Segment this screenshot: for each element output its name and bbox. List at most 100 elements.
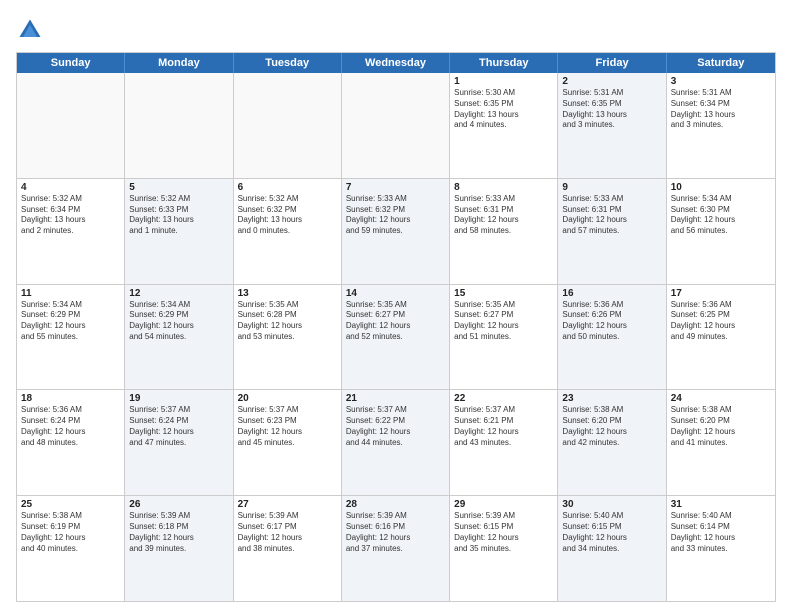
day-number: 18	[21, 393, 120, 404]
day-info: Sunrise: 5:34 AM Sunset: 6:29 PM Dayligh…	[129, 300, 228, 343]
day-cell-10: 10Sunrise: 5:34 AM Sunset: 6:30 PM Dayli…	[667, 179, 775, 284]
day-cell-3: 3Sunrise: 5:31 AM Sunset: 6:34 PM Daylig…	[667, 73, 775, 178]
day-info: Sunrise: 5:40 AM Sunset: 6:14 PM Dayligh…	[671, 511, 771, 554]
day-number: 19	[129, 393, 228, 404]
day-info: Sunrise: 5:39 AM Sunset: 6:16 PM Dayligh…	[346, 511, 445, 554]
day-cell-15: 15Sunrise: 5:35 AM Sunset: 6:27 PM Dayli…	[450, 285, 558, 390]
day-number: 27	[238, 499, 337, 510]
day-number: 30	[562, 499, 661, 510]
calendar-row-4: 25Sunrise: 5:38 AM Sunset: 6:19 PM Dayli…	[17, 495, 775, 601]
day-info: Sunrise: 5:38 AM Sunset: 6:20 PM Dayligh…	[671, 405, 771, 448]
day-cell-2: 2Sunrise: 5:31 AM Sunset: 6:35 PM Daylig…	[558, 73, 666, 178]
day-info: Sunrise: 5:33 AM Sunset: 6:31 PM Dayligh…	[562, 194, 661, 237]
day-cell-13: 13Sunrise: 5:35 AM Sunset: 6:28 PM Dayli…	[234, 285, 342, 390]
day-cell-12: 12Sunrise: 5:34 AM Sunset: 6:29 PM Dayli…	[125, 285, 233, 390]
calendar: SundayMondayTuesdayWednesdayThursdayFrid…	[16, 52, 776, 602]
day-number: 26	[129, 499, 228, 510]
day-number: 7	[346, 182, 445, 193]
weekday-header-monday: Monday	[125, 53, 233, 73]
day-number: 6	[238, 182, 337, 193]
day-number: 9	[562, 182, 661, 193]
day-number: 1	[454, 76, 553, 87]
day-info: Sunrise: 5:32 AM Sunset: 6:32 PM Dayligh…	[238, 194, 337, 237]
day-cell-19: 19Sunrise: 5:37 AM Sunset: 6:24 PM Dayli…	[125, 390, 233, 495]
day-info: Sunrise: 5:37 AM Sunset: 6:22 PM Dayligh…	[346, 405, 445, 448]
empty-cell	[125, 73, 233, 178]
day-cell-22: 22Sunrise: 5:37 AM Sunset: 6:21 PM Dayli…	[450, 390, 558, 495]
weekday-header-wednesday: Wednesday	[342, 53, 450, 73]
day-info: Sunrise: 5:39 AM Sunset: 6:17 PM Dayligh…	[238, 511, 337, 554]
day-info: Sunrise: 5:32 AM Sunset: 6:33 PM Dayligh…	[129, 194, 228, 237]
day-info: Sunrise: 5:36 AM Sunset: 6:25 PM Dayligh…	[671, 300, 771, 343]
logo-icon	[16, 16, 44, 44]
day-cell-24: 24Sunrise: 5:38 AM Sunset: 6:20 PM Dayli…	[667, 390, 775, 495]
day-number: 14	[346, 288, 445, 299]
day-number: 31	[671, 499, 771, 510]
day-info: Sunrise: 5:35 AM Sunset: 6:27 PM Dayligh…	[454, 300, 553, 343]
day-cell-28: 28Sunrise: 5:39 AM Sunset: 6:16 PM Dayli…	[342, 496, 450, 601]
day-number: 29	[454, 499, 553, 510]
day-number: 21	[346, 393, 445, 404]
calendar-row-2: 11 Sunrise: 5:34 AM Sunset: 6:29 PM Dayli…	[17, 284, 775, 390]
day-info: Sunrise: 5:36 AM Sunset: 6:26 PM Dayligh…	[562, 300, 661, 343]
day-cell-5: 5Sunrise: 5:32 AM Sunset: 6:33 PM Daylig…	[125, 179, 233, 284]
day-cell-9: 9Sunrise: 5:33 AM Sunset: 6:31 PM Daylig…	[558, 179, 666, 284]
day-number: 3	[671, 76, 771, 87]
empty-cell	[342, 73, 450, 178]
day-info: Sunrise: 5:35 AM Sunset: 6:27 PM Dayligh…	[346, 300, 445, 343]
header	[16, 16, 776, 44]
day-cell-7: 7Sunrise: 5:33 AM Sunset: 6:32 PM Daylig…	[342, 179, 450, 284]
day-info: Sunrise: 5:33 AM Sunset: 6:31 PM Dayligh…	[454, 194, 553, 237]
day-number: 20	[238, 393, 337, 404]
day-number: 13	[238, 288, 337, 299]
day-number: 11	[21, 288, 120, 299]
day-number: 5	[129, 182, 228, 193]
weekday-header-thursday: Thursday	[450, 53, 558, 73]
day-number: 17	[671, 288, 771, 299]
day-info: Sunrise: 5:38 AM Sunset: 6:20 PM Dayligh…	[562, 405, 661, 448]
day-number: 16	[562, 288, 661, 299]
day-cell-31: 31Sunrise: 5:40 AM Sunset: 6:14 PM Dayli…	[667, 496, 775, 601]
day-info: Sunrise: 5:37 AM Sunset: 6:24 PM Dayligh…	[129, 405, 228, 448]
day-number: 25	[21, 499, 120, 510]
day-info: Sunrise: 5:38 AM Sunset: 6:19 PM Dayligh…	[21, 511, 120, 554]
day-cell-11: 11Sunrise: 5:34 AM Sunset: 6:29 PM Dayli…	[17, 285, 125, 390]
day-info: Sunrise: 5:32 AM Sunset: 6:34 PM Dayligh…	[21, 194, 120, 237]
day-cell-30: 30Sunrise: 5:40 AM Sunset: 6:15 PM Dayli…	[558, 496, 666, 601]
day-cell-1: 1Sunrise: 5:30 AM Sunset: 6:35 PM Daylig…	[450, 73, 558, 178]
day-info: Sunrise: 5:33 AM Sunset: 6:32 PM Dayligh…	[346, 194, 445, 237]
weekday-header-saturday: Saturday	[667, 53, 775, 73]
day-cell-14: 14Sunrise: 5:35 AM Sunset: 6:27 PM Dayli…	[342, 285, 450, 390]
day-cell-16: 16Sunrise: 5:36 AM Sunset: 6:26 PM Dayli…	[558, 285, 666, 390]
empty-cell	[234, 73, 342, 178]
day-info: Sunrise: 5:36 AM Sunset: 6:24 PM Dayligh…	[21, 405, 120, 448]
logo	[16, 16, 48, 44]
weekday-header-sunday: Sunday	[17, 53, 125, 73]
weekday-header-friday: Friday	[558, 53, 666, 73]
calendar-row-3: 18Sunrise: 5:36 AM Sunset: 6:24 PM Dayli…	[17, 389, 775, 495]
day-cell-17: 17Sunrise: 5:36 AM Sunset: 6:25 PM Dayli…	[667, 285, 775, 390]
calendar-row-1: 4Sunrise: 5:32 AM Sunset: 6:34 PM Daylig…	[17, 178, 775, 284]
day-number: 8	[454, 182, 553, 193]
day-info: Sunrise: 5:37 AM Sunset: 6:23 PM Dayligh…	[238, 405, 337, 448]
day-cell-27: 27Sunrise: 5:39 AM Sunset: 6:17 PM Dayli…	[234, 496, 342, 601]
day-info: Sunrise: 5:34 AM Sunset: 6:30 PM Dayligh…	[671, 194, 771, 237]
day-number: 15	[454, 288, 553, 299]
day-cell-8: 8Sunrise: 5:33 AM Sunset: 6:31 PM Daylig…	[450, 179, 558, 284]
day-number: 10	[671, 182, 771, 193]
calendar-row-0: 1Sunrise: 5:30 AM Sunset: 6:35 PM Daylig…	[17, 73, 775, 178]
day-number: 23	[562, 393, 661, 404]
day-number: 2	[562, 76, 661, 87]
day-cell-25: 25Sunrise: 5:38 AM Sunset: 6:19 PM Dayli…	[17, 496, 125, 601]
day-info: Sunrise: 5:35 AM Sunset: 6:28 PM Dayligh…	[238, 300, 337, 343]
day-info: Sunrise: 5:37 AM Sunset: 6:21 PM Dayligh…	[454, 405, 553, 448]
day-number: 12	[129, 288, 228, 299]
empty-cell	[17, 73, 125, 178]
page: SundayMondayTuesdayWednesdayThursdayFrid…	[0, 0, 792, 612]
weekday-header-tuesday: Tuesday	[234, 53, 342, 73]
day-number: 24	[671, 393, 771, 404]
day-number: 4	[21, 182, 120, 193]
day-info: Sunrise: 5:40 AM Sunset: 6:15 PM Dayligh…	[562, 511, 661, 554]
day-cell-6: 6Sunrise: 5:32 AM Sunset: 6:32 PM Daylig…	[234, 179, 342, 284]
day-cell-4: 4Sunrise: 5:32 AM Sunset: 6:34 PM Daylig…	[17, 179, 125, 284]
